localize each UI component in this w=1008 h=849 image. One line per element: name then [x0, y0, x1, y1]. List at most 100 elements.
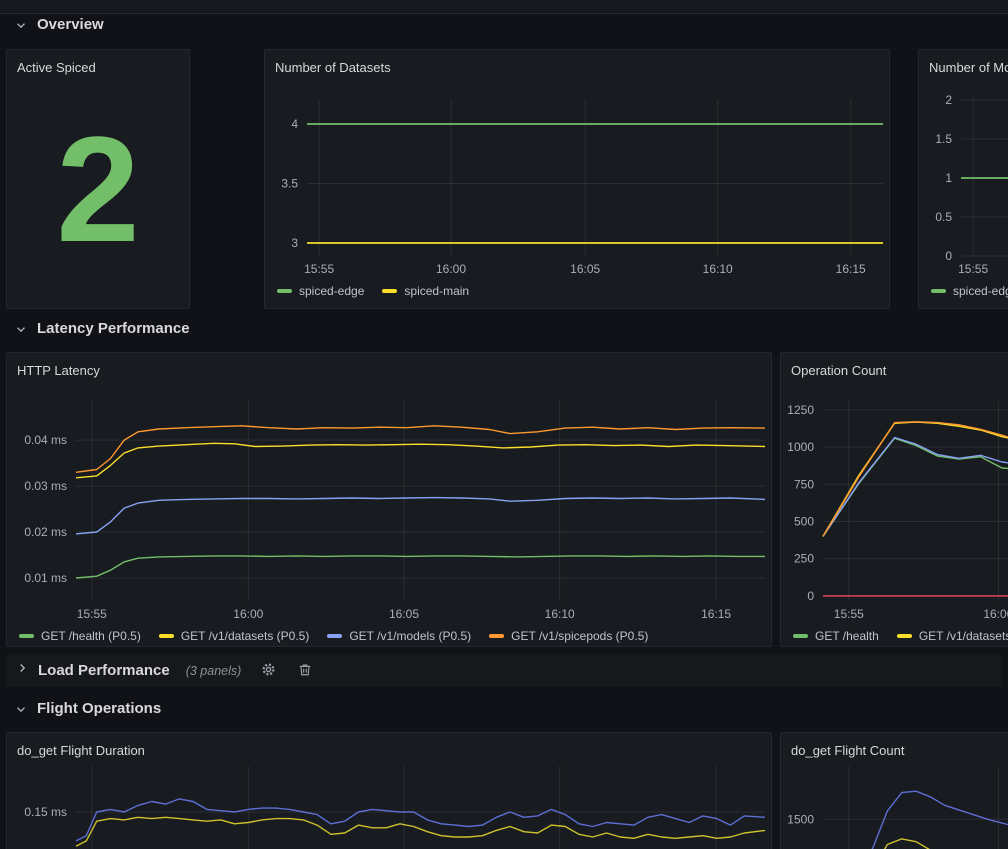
y-tick-label: 4 [291, 117, 298, 131]
legend-label: spiced-edge [953, 284, 1008, 298]
legend-swatch [19, 634, 34, 638]
section-load-performance[interactable]: Load Performance (3 panels) [6, 654, 1002, 687]
x-tick-label: 16:05 [570, 262, 600, 276]
y-tick-label: 1 [945, 171, 952, 185]
section-title: Overview [37, 16, 104, 33]
chart-legend: GET /healthGET /v1/datasetsGET /v1/model… [793, 627, 1008, 643]
x-tick-label: 15:55 [77, 607, 107, 621]
panel-title[interactable]: Active Spiced [17, 60, 96, 75]
chart-legend: spiced-edge spiced-main [277, 282, 487, 298]
y-tick-label: 0.03 ms [24, 479, 67, 493]
y-tick-label: 0 [807, 589, 814, 603]
legend-item[interactable]: GET /v1/datasets (P0.5) [159, 629, 310, 643]
legend-label: GET /v1/datasets [919, 629, 1008, 643]
x-tick-label: 15:55 [304, 262, 334, 276]
legend-swatch [489, 634, 504, 638]
panel-title[interactable]: do_get Flight Count [791, 743, 904, 758]
series-yellow-series [859, 839, 1008, 849]
panel-title[interactable]: Number of Models [929, 60, 1008, 75]
legend-label: GET /health (P0.5) [41, 629, 141, 643]
http-latency-chart[interactable]: 15:5516:0016:0516:1016:150.01 ms0.02 ms0… [7, 353, 771, 646]
legend-swatch [931, 289, 946, 293]
y-tick-label: 500 [794, 515, 814, 529]
x-tick-label: 16:05 [389, 607, 419, 621]
legend-swatch [793, 634, 808, 638]
row-delete-button[interactable] [298, 662, 312, 680]
x-tick-label: 16:10 [545, 607, 575, 621]
legend-item[interactable]: spiced-edge [277, 284, 364, 298]
panel-title[interactable]: Operation Count [791, 363, 886, 378]
y-tick-label: 3 [291, 236, 298, 250]
number-of-models-chart[interactable]: 15:5516:0016:0516:1016:1500.511.52 spiced… [919, 50, 1008, 308]
panel-active-spiced: Active Spiced 2 [6, 49, 190, 309]
section-overview[interactable]: Overview [14, 16, 104, 33]
legend-swatch [159, 634, 174, 638]
legend-item[interactable]: GET /health (P0.5) [19, 629, 141, 643]
y-tick-label: 750 [794, 477, 814, 491]
section-title: Load Performance [38, 662, 170, 679]
legend-label: spiced-main [404, 284, 469, 298]
panel-number-of-models: Number of Models 15:5516:0016:0516:1016:… [918, 49, 1008, 309]
active-spiced-value: 2 [56, 114, 139, 264]
legend-item[interactable]: GET /v1/models (P0.5) [327, 629, 471, 643]
series-yellow-series [76, 817, 765, 846]
chart-plot[interactable]: 15:5516:0016:0516:1016:151500 [823, 766, 1008, 849]
series-GET /v1/datasets [823, 422, 1008, 536]
x-tick-label: 15:55 [958, 262, 988, 276]
y-tick-label: 0.02 ms [24, 525, 67, 539]
panel-number-of-datasets: Number of Datasets 15:5516:0016:0516:101… [264, 49, 890, 309]
x-tick-label: 16:15 [701, 607, 731, 621]
y-tick-label: 250 [794, 552, 814, 566]
trash-icon [298, 662, 312, 680]
panel-http-latency: HTTP Latency 15:5516:0016:0516:1016:150.… [6, 352, 772, 647]
chart-legend: GET /health (P0.5) GET /v1/datasets (P0.5… [19, 627, 666, 643]
section-flight-operations[interactable]: Flight Operations [14, 700, 161, 717]
y-tick-label: 0.04 ms [24, 433, 67, 447]
legend-label: GET /v1/spicepods (P0.5) [511, 629, 648, 643]
series-GET /v1/models (P0.5) [76, 498, 765, 534]
chevron-down-icon [14, 18, 28, 32]
legend-item[interactable]: spiced-edge [931, 284, 1008, 298]
chevron-down-icon [14, 702, 28, 716]
series-blue-series [76, 799, 765, 841]
legend-item[interactable]: GET /v1/datasets [897, 629, 1008, 643]
operation-count-chart[interactable]: 15:5516:0016:0516:1016:15025050075010001… [781, 353, 1008, 646]
y-tick-label: 1250 [787, 403, 814, 417]
legend-swatch [277, 289, 292, 293]
legend-swatch [327, 634, 342, 638]
panel-title[interactable]: HTTP Latency [17, 363, 100, 378]
chevron-down-icon [14, 322, 28, 336]
y-tick-label: 1000 [787, 440, 814, 454]
number-of-datasets-chart[interactable]: 15:5516:0016:0516:1016:1533.54 spiced-edg… [265, 50, 889, 308]
panel-do-get-flight-duration: do_get Flight Duration 15:5516:0016:0516… [6, 732, 772, 849]
legend-item[interactable]: GET /v1/spicepods (P0.5) [489, 629, 648, 643]
legend-label: spiced-edge [299, 284, 364, 298]
chart-plot[interactable]: 15:5516:0016:0516:1016:150.01 ms0.02 ms0… [76, 401, 765, 601]
stat-wrap: 2 [7, 76, 189, 302]
chart-plot[interactable]: 15:5516:0016:0516:1016:15025050075010001… [823, 401, 1008, 601]
legend-item[interactable]: GET /health [793, 629, 879, 643]
legend-label: GET /v1/datasets (P0.5) [181, 629, 310, 643]
series-blue-series [859, 791, 1008, 849]
series-GET /v1/spicepods (P0.5) [76, 426, 765, 473]
chart-plot[interactable]: 15:5516:0016:0516:1016:1533.54 [307, 100, 883, 256]
y-tick-label: 0.5 [935, 210, 952, 224]
y-tick-label: 1.5 [935, 132, 952, 146]
gear-icon [261, 662, 276, 680]
chevron-right-icon [15, 661, 29, 680]
chart-plot[interactable]: 15:5516:0016:0516:1016:150.15 ms [76, 766, 765, 849]
y-tick-label: 0.01 ms [24, 571, 67, 585]
chart-legend: spiced-edge [931, 282, 1008, 298]
panel-title[interactable]: do_get Flight Duration [17, 743, 145, 758]
y-tick-label: 0 [945, 249, 952, 263]
toolbar-edge [0, 0, 1008, 14]
series-GET /v1/spicepods [823, 422, 1008, 537]
section-latency-performance[interactable]: Latency Performance [14, 320, 190, 337]
legend-item[interactable]: spiced-main [382, 284, 469, 298]
panel-title[interactable]: Number of Datasets [275, 60, 391, 75]
chart-plot[interactable]: 15:5516:0016:0516:1016:1500.511.52 [961, 98, 1008, 256]
section-title: Flight Operations [37, 700, 161, 717]
row-settings-button[interactable] [261, 662, 276, 680]
x-tick-label: 16:00 [983, 607, 1008, 621]
y-tick-label: 2 [945, 93, 952, 107]
